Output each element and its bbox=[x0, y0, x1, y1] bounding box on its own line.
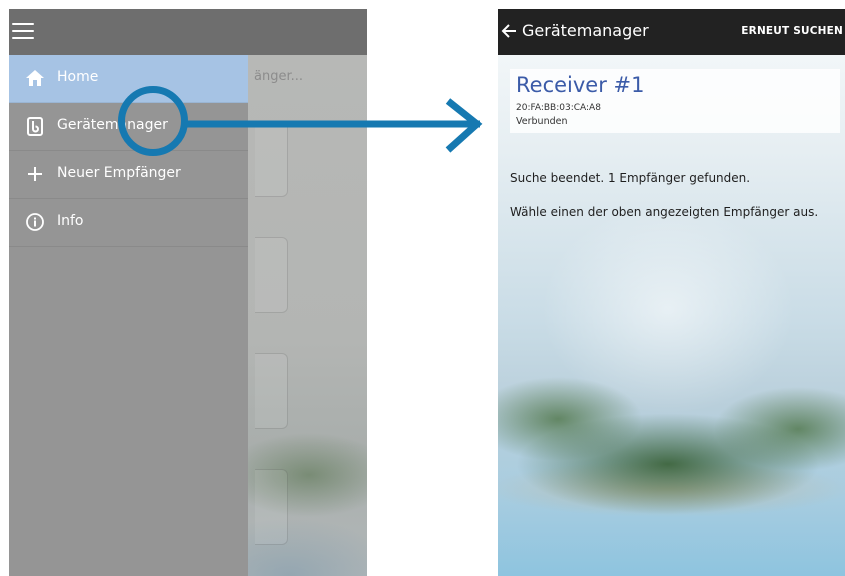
right-app-bar: Gerätemanager ERNEUT SUCHEN bbox=[498, 9, 845, 55]
rescan-button[interactable]: ERNEUT SUCHEN bbox=[741, 25, 843, 37]
receiver-name: Receiver #1 bbox=[516, 73, 645, 97]
instruction-message: Wähle einen der oben angezeigten Empfäng… bbox=[510, 205, 819, 219]
right-phone-screen: Gerätemanager ERNEUT SUCHEN Receiver #1 … bbox=[498, 9, 845, 576]
receiver-card[interactable]: Receiver #1 20:FA:BB:03:CA:A8 Verbunden bbox=[510, 69, 840, 133]
search-result-message: Suche beendet. 1 Empfänger gefunden. bbox=[510, 171, 751, 185]
receiver-status: Verbunden bbox=[516, 116, 568, 127]
page-title: Gerätemanager bbox=[522, 21, 649, 40]
back-arrow-icon[interactable] bbox=[500, 22, 518, 40]
receiver-mac-address: 20:FA:BB:03:CA:A8 bbox=[516, 103, 601, 113]
